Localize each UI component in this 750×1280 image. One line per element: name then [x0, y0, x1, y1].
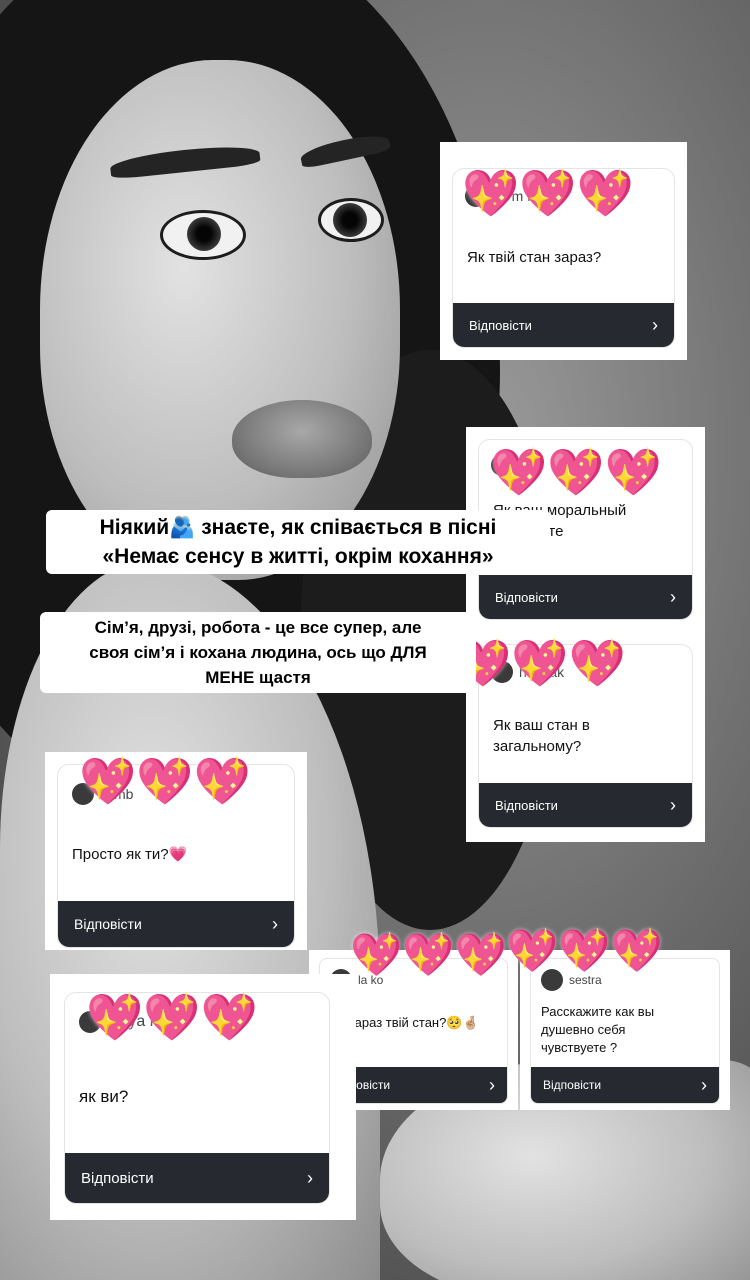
heart-stickers: 💖 💖 💖: [86, 994, 258, 1040]
left-eye: [160, 210, 246, 260]
reply-button[interactable]: Відповісти ›: [65, 1153, 329, 1203]
chevron-right-icon: ›: [272, 913, 278, 934]
sparkling-heart-icon: 💖: [604, 446, 662, 498]
caption-line: «Немає сенсу в житті, окрім кохання»: [102, 545, 494, 568]
question-card: lk mb Просто як ти?💗 Відповісти › 💖 💖 💖: [45, 752, 307, 950]
chevron-right-icon: ›: [670, 586, 676, 607]
sparkling-heart-icon: 💖: [610, 927, 663, 974]
sparkling-heart-icon: 💖: [576, 167, 634, 219]
reply-label: Відповісти: [469, 317, 532, 333]
lips: [232, 400, 372, 478]
caption-line: Ніякий🫂 знаєте, як співається в пісні: [99, 516, 497, 539]
caption-line: своя сім’я і кохана людина, ось що ДЛЯ: [89, 643, 427, 662]
sparkling-heart-icon: 💖: [143, 991, 201, 1043]
story-caption: Ніякий🫂 знаєте, як співається в пісні «Н…: [46, 510, 550, 574]
chevron-right-icon: ›: [489, 1074, 495, 1095]
reply-button[interactable]: Відповісти ›: [479, 575, 692, 619]
reply-label: Відповісти: [81, 1169, 154, 1187]
sparkling-heart-icon: 💖: [136, 755, 194, 807]
heart-stickers: 💖 💖 💖: [506, 930, 663, 972]
reply-label: Відповісти: [495, 797, 558, 813]
sender-name: sestra: [569, 973, 602, 987]
sparkling-heart-icon: 💖: [79, 755, 137, 807]
sparkling-heart-icon: 💖: [511, 637, 569, 689]
reply-label: Відповісти: [74, 916, 142, 932]
sparkling-heart-icon: 💖: [402, 931, 455, 978]
reply-button[interactable]: Відповісти ›: [453, 303, 674, 347]
question-text: Як твій стан зараз?: [467, 249, 602, 266]
question-box: sestra Расскажите как вы душевно себя чу…: [530, 958, 720, 1104]
sparkling-heart-icon: 💖: [454, 931, 507, 978]
chevron-right-icon: ›: [670, 794, 676, 815]
reply-button[interactable]: Відповісти ›: [58, 901, 294, 947]
chevron-right-icon: ›: [652, 314, 658, 335]
question-text: Як ваш стан в загальному?: [493, 717, 590, 755]
sparkling-heart-icon: 💖: [568, 637, 626, 689]
heart-stickers: 💖 💖 💖: [350, 934, 507, 976]
sparkling-heart-icon: 💖: [490, 446, 548, 498]
caption-line: МЕНЕ щастя: [205, 668, 311, 687]
story-caption: Сім’я, друзі, робота - це все супер, але…: [40, 612, 476, 693]
reply-button[interactable]: Відповісти ›: [479, 783, 692, 827]
heart-stickers: 💖 💖 💖: [462, 170, 634, 216]
question-text: Расскажите как вы душевно себя чувствует…: [541, 1004, 655, 1055]
sparkling-heart-icon: 💖: [200, 991, 258, 1043]
sparkling-heart-icon: 💖: [462, 167, 520, 219]
sparkling-heart-icon: 💖: [350, 931, 403, 978]
sparkling-heart-icon: 💖: [519, 167, 577, 219]
heart-stickers: 💖 💖 💖: [454, 640, 626, 686]
right-eye: [318, 198, 384, 242]
question-card: ha. yak Як ваш стан в загальному? Відпов…: [454, 632, 705, 842]
chevron-right-icon: ›: [307, 1167, 313, 1188]
sparkling-heart-icon: 💖: [558, 927, 611, 974]
question-card: sestra Расскажите как вы душевно себя чу…: [520, 950, 730, 1110]
question-card: co m nko Як твій стан зараз? Відповісти ›…: [440, 142, 687, 360]
reply-label: Відповісти: [495, 589, 558, 605]
question-card: Jb ya kk як ви? Відповісти › 💖 💖 💖: [50, 974, 356, 1220]
face: [40, 60, 400, 580]
reply-label: Відповісти: [543, 1078, 602, 1092]
heart-stickers: 💖 💖 💖: [490, 449, 662, 495]
chevron-right-icon: ›: [701, 1074, 707, 1095]
sparkling-heart-icon: 💖: [86, 991, 144, 1043]
caption-line: Сім’я, друзі, робота - це все супер, але: [94, 618, 422, 637]
question-text: як ви?: [79, 1087, 129, 1106]
question-text: Просто як ти?💗: [72, 846, 188, 863]
reply-button[interactable]: Відповісти ›: [531, 1067, 719, 1103]
sparkling-heart-icon: 💖: [193, 755, 251, 807]
sparkling-heart-icon: 💖: [547, 446, 605, 498]
sparkling-heart-icon: 💖: [506, 927, 559, 974]
heart-stickers: 💖 💖 💖: [79, 758, 251, 804]
